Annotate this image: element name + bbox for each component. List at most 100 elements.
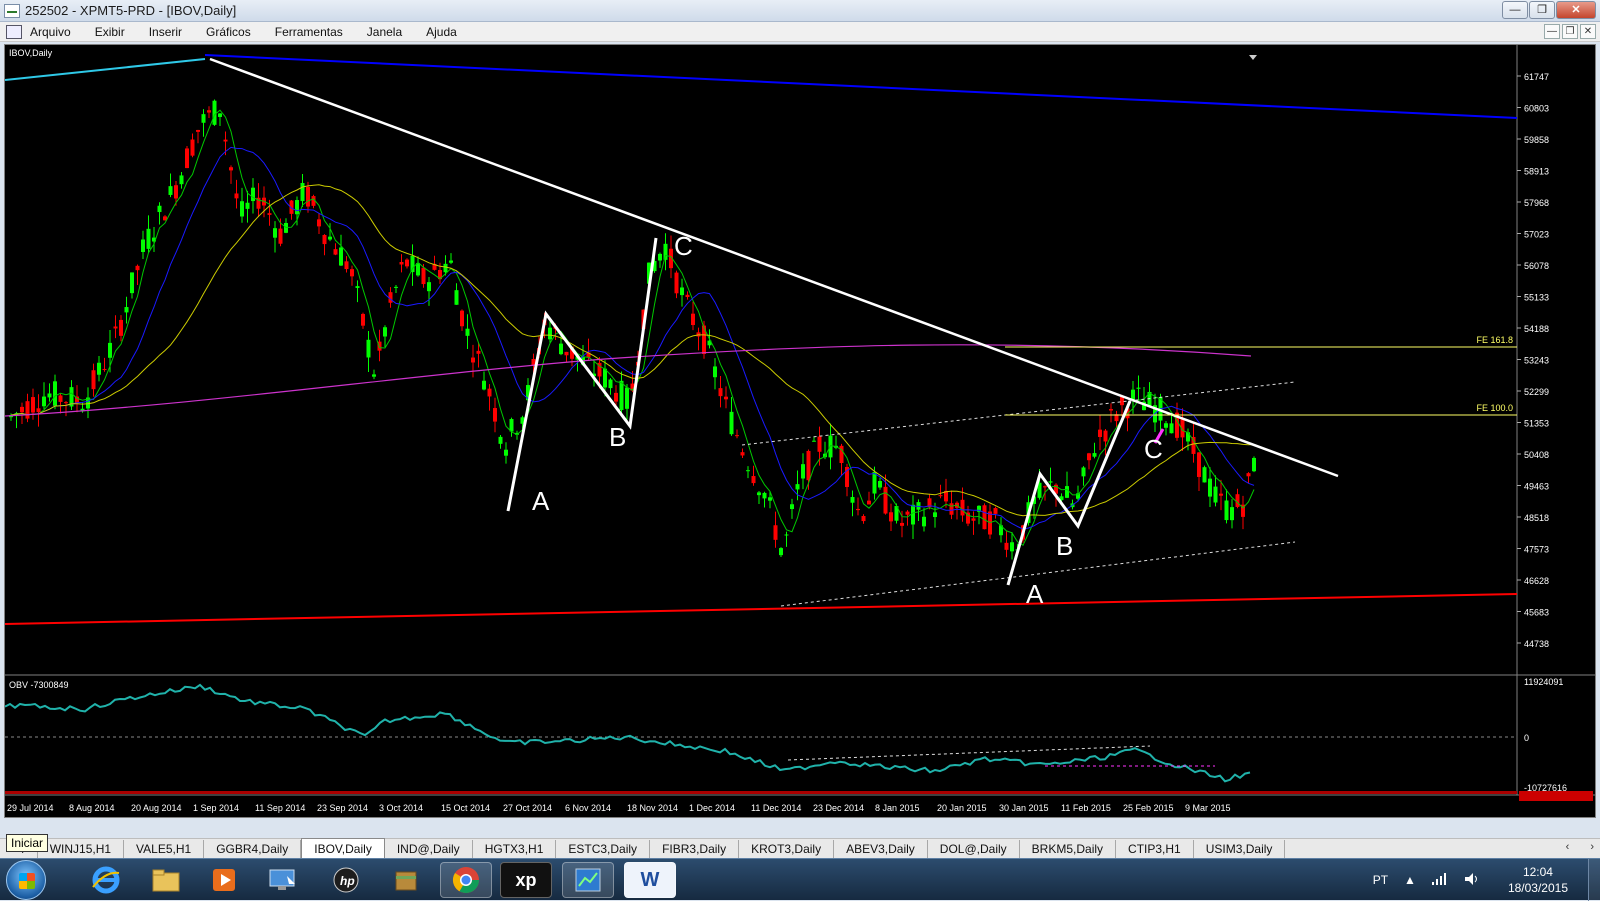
candle-body bbox=[119, 319, 123, 336]
file-explorer-icon[interactable] bbox=[140, 862, 192, 898]
candle-body bbox=[97, 362, 101, 375]
bottom-indicator-strip bbox=[5, 791, 1517, 794]
date-tick-label: 1 Dec 2014 bbox=[689, 803, 735, 813]
tab-vale5[interactable]: VALE5,H1 bbox=[124, 840, 205, 858]
windows-start-icon[interactable] bbox=[6, 860, 46, 900]
xp-investimentos-icon[interactable]: xp bbox=[500, 862, 552, 898]
chart-window[interactable]: 61747 60803 59858 58913 57968 57023 56078 55133… bbox=[4, 44, 1596, 818]
candle-body bbox=[185, 148, 189, 169]
menu-ferramentas[interactable]: Ferramentas bbox=[275, 25, 343, 39]
restore-button[interactable]: ❐ bbox=[1529, 1, 1555, 19]
child-minimize-button[interactable]: — bbox=[1544, 24, 1560, 39]
candle-body bbox=[1010, 542, 1014, 552]
candle-body bbox=[218, 113, 222, 117]
language-indicator[interactable]: PT bbox=[1373, 873, 1388, 887]
system-clock[interactable]: 12:04 18/03/2015 bbox=[1508, 864, 1568, 896]
tab-dol[interactable]: DOL@,Daily bbox=[928, 840, 1020, 858]
word-icon[interactable]: W bbox=[624, 862, 676, 898]
tab-ctip3[interactable]: CTIP3,H1 bbox=[1116, 840, 1194, 858]
tab-ggbr4[interactable]: GGBR4,Daily bbox=[204, 840, 302, 858]
hp-support-icon[interactable]: hp bbox=[320, 862, 372, 898]
price-tick-label: 46628 bbox=[1524, 576, 1549, 586]
tab-hgtx3[interactable]: HGTX3,H1 bbox=[473, 840, 557, 858]
fibo-161-label: FE 161.8 bbox=[1476, 335, 1513, 345]
minimize-button[interactable]: — bbox=[1502, 1, 1528, 19]
candle-body bbox=[993, 508, 998, 514]
candle-body bbox=[212, 100, 217, 125]
remote-desktop-icon[interactable] bbox=[256, 862, 308, 898]
close-button[interactable]: ✕ bbox=[1556, 1, 1596, 19]
tab-scroll-right-icon[interactable]: › bbox=[1590, 841, 1594, 853]
price-chart[interactable]: 61747 60803 59858 58913 57968 57023 56078 55133… bbox=[5, 45, 1595, 817]
candle-body bbox=[102, 368, 107, 370]
show-desktop-button[interactable] bbox=[1588, 859, 1600, 901]
tab-ind[interactable]: IND@,Daily bbox=[385, 840, 473, 858]
media-player-icon[interactable] bbox=[198, 862, 250, 898]
candle-body bbox=[251, 187, 255, 202]
tab-winj15[interactable]: WINJ15,H1 bbox=[38, 840, 125, 858]
tab-estc3[interactable]: ESTC3,Daily bbox=[556, 840, 651, 858]
tab-fibr3[interactable]: FIBR3,Daily bbox=[650, 840, 740, 858]
volume-icon[interactable] bbox=[1464, 872, 1480, 889]
candle-body bbox=[949, 503, 954, 515]
candle-body bbox=[135, 265, 140, 271]
tab-scroll-left-icon[interactable]: ‹ bbox=[1566, 841, 1570, 853]
menu-graficos[interactable]: Gráficos bbox=[206, 25, 251, 39]
candle-body bbox=[768, 497, 772, 501]
tray-expand-icon[interactable]: ▲ bbox=[1404, 873, 1416, 887]
candle-body bbox=[416, 262, 420, 276]
tab-krot3[interactable]: KROT3,Daily bbox=[739, 840, 835, 858]
tab-brkm5[interactable]: BRKM5,Daily bbox=[1020, 840, 1117, 858]
internet-explorer-icon[interactable] bbox=[80, 862, 132, 898]
chart-document-icon[interactable] bbox=[6, 24, 22, 39]
candle-body bbox=[240, 201, 244, 217]
wave-label-a: A bbox=[532, 486, 550, 516]
candle-body bbox=[355, 286, 360, 288]
candle-body bbox=[790, 504, 794, 510]
network-icon[interactable] bbox=[1431, 872, 1448, 888]
candle-body bbox=[801, 464, 805, 479]
candle-body bbox=[1169, 423, 1174, 434]
candle-body bbox=[938, 495, 943, 497]
candle-body bbox=[867, 500, 871, 505]
candle-body bbox=[1120, 396, 1124, 406]
date-tick-label: 27 Oct 2014 bbox=[503, 803, 552, 813]
candle-body bbox=[190, 139, 195, 156]
menu-ajuda[interactable]: Ajuda bbox=[426, 25, 457, 39]
price-tick-label: 61747 bbox=[1524, 72, 1549, 82]
chrome-icon[interactable] bbox=[440, 862, 492, 898]
obv-tick-label: 11924091 bbox=[1524, 677, 1563, 687]
price-tick-label: 59858 bbox=[1524, 135, 1549, 145]
candle-body bbox=[366, 339, 371, 358]
menu-arquivo[interactable]: Arquivo bbox=[30, 25, 71, 39]
tab-usim3[interactable]: USIM3,Daily bbox=[1194, 840, 1286, 858]
child-close-button[interactable]: ✕ bbox=[1580, 24, 1596, 39]
taskbar: hp xp W PT ▲ 12:04 18/03/2015 bbox=[0, 858, 1600, 901]
candle-body bbox=[460, 310, 464, 327]
price-tick-label: 49463 bbox=[1524, 482, 1549, 492]
tab-abev3[interactable]: ABEV3,Daily bbox=[834, 840, 928, 858]
tab-ibov[interactable]: IBOV,Daily bbox=[301, 838, 385, 858]
child-restore-button[interactable]: ❐ bbox=[1562, 24, 1578, 39]
date-tick-label: 11 Sep 2014 bbox=[255, 803, 305, 813]
menu-exibir[interactable]: Exibir bbox=[95, 25, 125, 39]
archive-manager-icon[interactable] bbox=[380, 862, 432, 898]
candle-body bbox=[971, 518, 976, 521]
app-icon bbox=[4, 3, 20, 18]
candle-body bbox=[421, 267, 426, 285]
price-tick-label: 48518 bbox=[1524, 513, 1549, 523]
price-tick-label: 52299 bbox=[1524, 387, 1549, 397]
date-tick-label: 1 Sep 2014 bbox=[193, 803, 239, 813]
menu-janela[interactable]: Janela bbox=[367, 25, 402, 39]
wave-label-c: C bbox=[674, 231, 693, 261]
metatrader-icon[interactable] bbox=[562, 862, 614, 898]
candle-body bbox=[410, 255, 415, 273]
title-bar: 252502 - XPMT5-PRD - [IBOV,Daily] — ❐ ✕ bbox=[0, 0, 1600, 22]
candle-body bbox=[911, 504, 915, 525]
candle-body bbox=[1131, 389, 1135, 400]
candle-body bbox=[564, 351, 569, 356]
clock-time: 12:04 bbox=[1522, 865, 1553, 879]
menu-inserir[interactable]: Inserir bbox=[149, 25, 182, 39]
candle-body bbox=[487, 388, 492, 397]
candle-body bbox=[504, 449, 508, 456]
